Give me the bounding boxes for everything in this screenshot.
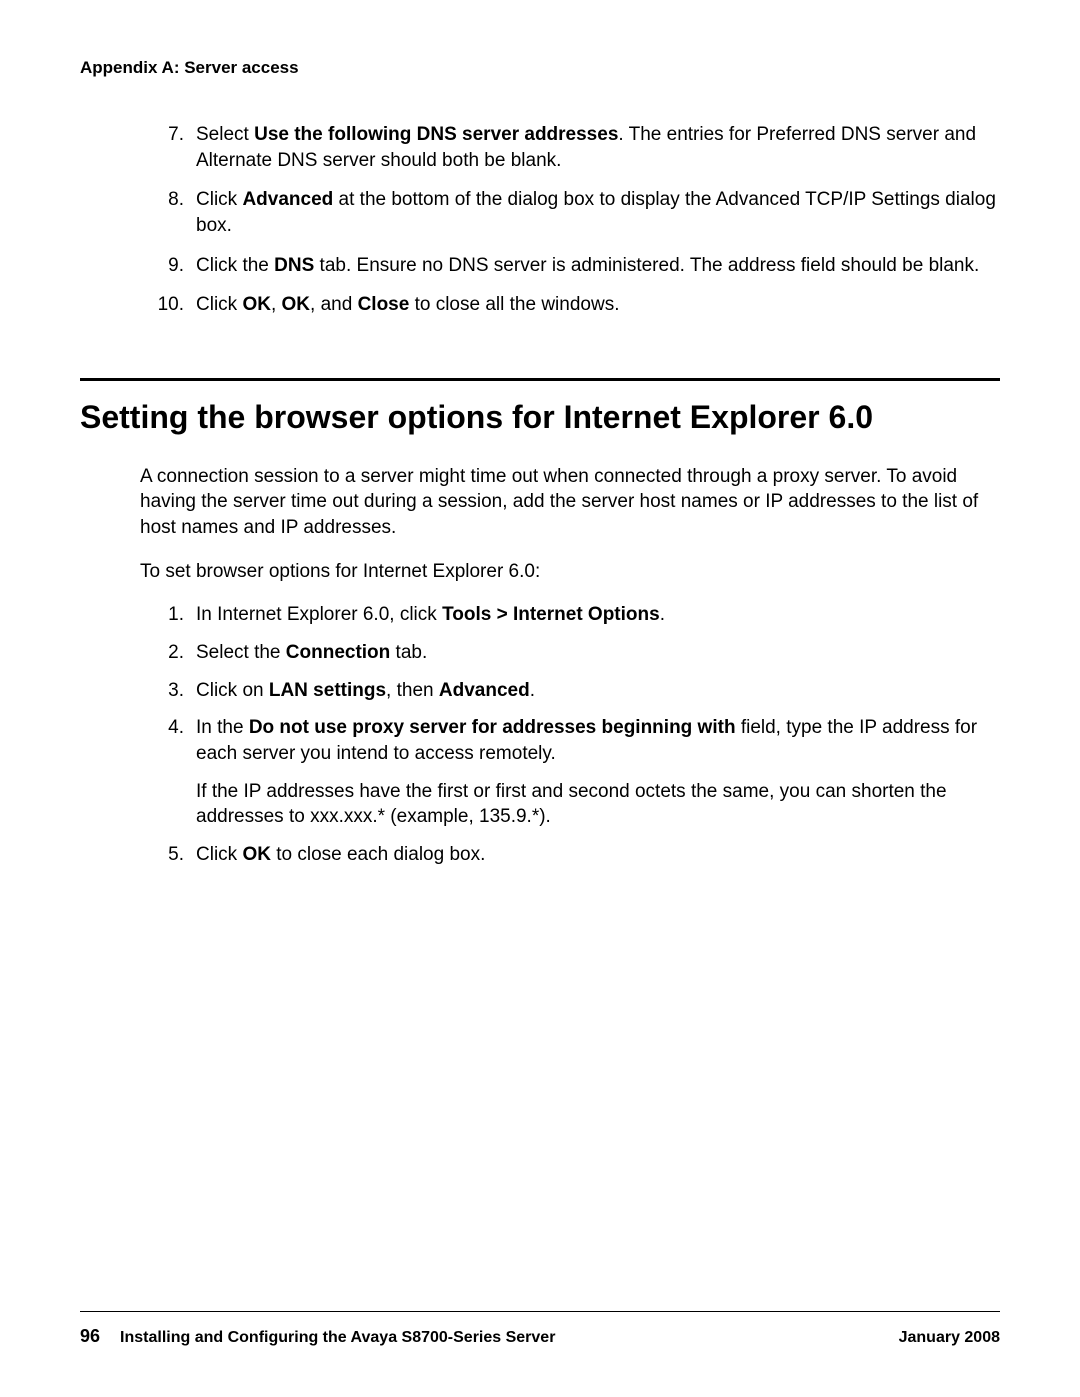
list-number: 1.: [146, 602, 184, 628]
running-header: Appendix A: Server access: [80, 58, 1000, 78]
intro-paragraph: A connection session to a server might t…: [140, 464, 1000, 541]
list-number: 9.: [146, 253, 184, 279]
steps-list: 1. In Internet Explorer 6.0, click Tools…: [146, 602, 1000, 867]
list-text: Click Advanced at the bottom of the dial…: [196, 189, 996, 236]
list-text: Click OK to close each dialog box.: [196, 844, 485, 865]
list-subparagraph: If the IP addresses have the first or fi…: [196, 779, 1000, 830]
lead-in-paragraph: To set browser options for Internet Expl…: [140, 559, 1000, 585]
list-text: Select Use the following DNS server addr…: [196, 124, 976, 171]
section-heading: Setting the browser options for Internet…: [80, 399, 1000, 436]
section-rule: [80, 378, 1000, 381]
list-number: 3.: [146, 678, 184, 704]
page: Appendix A: Server access 7. Select Use …: [0, 0, 1080, 1397]
list-item: 9. Click the DNS tab. Ensure no DNS serv…: [146, 253, 1000, 279]
list-number: 2.: [146, 640, 184, 666]
list-item: 8. Click Advanced at the bottom of the d…: [146, 187, 1000, 238]
list-number: 10.: [146, 292, 184, 318]
list-number: 4.: [146, 715, 184, 741]
list-number: 7.: [146, 122, 184, 148]
list-text: Click on LAN settings, then Advanced.: [196, 680, 535, 701]
list-text: Click the DNS tab. Ensure no DNS server …: [196, 255, 979, 276]
page-footer: 96 Installing and Configuring the Avaya …: [80, 1311, 1000, 1347]
list-text: In the Do not use proxy server for addre…: [196, 717, 977, 764]
page-number: 96: [80, 1326, 100, 1347]
list-item: 7. Select Use the following DNS server a…: [146, 122, 1000, 173]
document-title: Installing and Configuring the Avaya S87…: [120, 1329, 899, 1347]
list-item: 2. Select the Connection tab.: [146, 640, 1000, 666]
list-item: 3. Click on LAN settings, then Advanced.: [146, 678, 1000, 704]
list-number: 8.: [146, 187, 184, 213]
list-item: 4. In the Do not use proxy server for ad…: [146, 715, 1000, 830]
list-number: 5.: [146, 842, 184, 868]
list-item: 5. Click OK to close each dialog box.: [146, 842, 1000, 868]
continued-ordered-list: 7. Select Use the following DNS server a…: [146, 122, 1000, 318]
list-text: Select the Connection tab.: [196, 642, 427, 663]
list-text: In Internet Explorer 6.0, click Tools > …: [196, 604, 665, 625]
document-date: January 2008: [899, 1329, 1000, 1347]
list-text: Click OK, OK, and Close to close all the…: [196, 294, 619, 315]
list-item: 1. In Internet Explorer 6.0, click Tools…: [146, 602, 1000, 628]
list-item: 10. Click OK, OK, and Close to close all…: [146, 292, 1000, 318]
